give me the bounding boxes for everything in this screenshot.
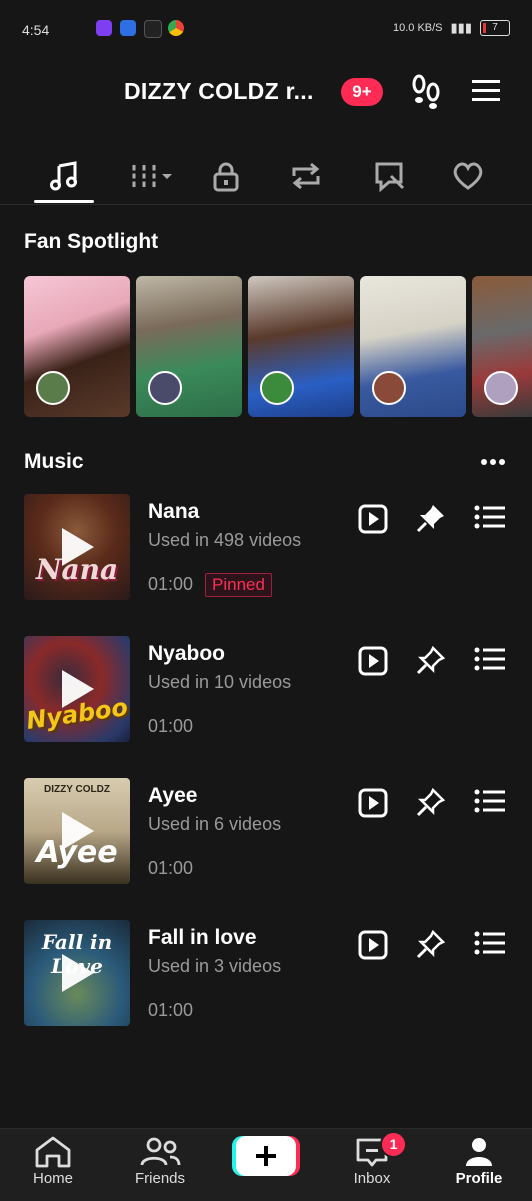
spotlight-video[interactable] <box>136 276 242 417</box>
song-duration: 01:00 <box>148 858 194 878</box>
repost-icon[interactable] <box>276 152 336 200</box>
play-button-icon[interactable] <box>358 788 390 820</box>
avatar <box>148 371 182 405</box>
spotlight-video[interactable] <box>360 276 466 417</box>
play-button-icon[interactable] <box>358 504 390 536</box>
fan-spotlight-title: Fan Spotlight <box>24 230 159 253</box>
notification-badge[interactable]: 9+ <box>341 78 383 106</box>
more-options-icon[interactable] <box>480 452 508 472</box>
nav-profile-label: Profile <box>455 1170 503 1187</box>
song-title[interactable]: Nyaboo <box>148 642 225 666</box>
avatar <box>484 371 518 405</box>
status-bar: 4:54 10.0 KB/S ▮▮▮ 7 <box>0 0 532 50</box>
create-button[interactable] <box>236 1136 296 1176</box>
spotlight-video[interactable] <box>472 276 532 417</box>
chrome-notification-icon <box>168 20 184 36</box>
playlist-icon[interactable] <box>474 504 506 536</box>
song-duration: 01:00 <box>148 574 194 594</box>
tabs-divider <box>0 204 532 205</box>
signal-icon: ▮▮▮ <box>450 20 472 35</box>
footprint-icon[interactable] <box>408 72 444 110</box>
pinned-badge: Pinned <box>205 573 272 597</box>
profile-username[interactable]: DIZZY COLDZ r... <box>124 78 314 105</box>
music-note-icon[interactable] <box>34 152 94 200</box>
network-speed: 10.0 KB/S <box>392 22 443 34</box>
spotlight-video[interactable] <box>248 276 354 417</box>
song-usage: Used in 10 videos <box>148 672 292 692</box>
nav-home[interactable]: Home <box>13 1136 93 1187</box>
avatar <box>36 371 70 405</box>
song-duration: 01:00 <box>148 1000 194 1020</box>
tiktok-notification-icon <box>144 20 162 38</box>
play-button-icon[interactable] <box>358 930 390 962</box>
avatar <box>260 371 294 405</box>
battery-icon: 7 <box>480 20 510 36</box>
music-section-title: Music <box>24 450 84 473</box>
status-right: 10.0 KB/S ▮▮▮ 7 <box>393 20 510 36</box>
playlist-icon[interactable] <box>474 646 506 678</box>
heart-icon[interactable] <box>438 152 498 200</box>
pin-icon[interactable] <box>415 928 447 960</box>
nav-home-label: Home <box>32 1170 73 1187</box>
song-title[interactable]: Fall in love <box>148 926 257 950</box>
song-usage: Used in 3 videos <box>148 956 282 976</box>
spotlight-video[interactable] <box>24 276 130 417</box>
menu-icon[interactable] <box>470 76 506 114</box>
play-icon[interactable] <box>62 528 94 566</box>
playlist-icon[interactable] <box>474 930 506 962</box>
pin-icon[interactable] <box>415 502 447 534</box>
grid-dropdown-icon[interactable] <box>120 152 180 200</box>
nav-friends[interactable]: Friends <box>120 1136 200 1187</box>
song-cover[interactable]: DIZZY COLDZ Ayee <box>24 778 130 884</box>
play-button-icon[interactable] <box>358 646 390 678</box>
pin-icon[interactable] <box>415 786 447 818</box>
lock-icon[interactable] <box>196 152 256 200</box>
play-icon[interactable] <box>62 670 94 708</box>
pin-icon[interactable] <box>415 644 447 676</box>
app-notification-icon <box>96 20 112 36</box>
battery-level: 7 <box>492 22 498 33</box>
play-icon[interactable] <box>62 954 94 992</box>
cover-top-text: DIZZY COLDZ <box>44 784 110 795</box>
active-tab-indicator <box>34 200 94 203</box>
song-cover[interactable]: Nana <box>24 494 130 600</box>
plus-icon <box>256 1146 276 1166</box>
song-title[interactable]: Ayee <box>148 784 197 808</box>
home-icon <box>35 1136 71 1168</box>
song-title[interactable]: Nana <box>148 500 199 524</box>
nav-friends-label: Friends <box>134 1170 186 1187</box>
song-duration: 01:00 <box>148 716 194 736</box>
nav-inbox-label: Inbox <box>353 1170 391 1187</box>
profile-icon <box>466 1138 492 1166</box>
playlist-icon[interactable] <box>474 788 506 820</box>
inbox-badge: 1 <box>380 1131 407 1158</box>
tagged-icon[interactable] <box>360 152 420 200</box>
song-usage: Used in 6 videos <box>148 814 282 834</box>
song-cover[interactable]: Fall in Love <box>24 920 130 1026</box>
app-notification-icon <box>120 20 136 36</box>
song-usage: Used in 498 videos <box>148 530 302 550</box>
friends-icon <box>140 1137 181 1166</box>
status-time: 4:54 <box>22 22 50 38</box>
nav-profile[interactable]: Profile <box>439 1136 519 1187</box>
avatar <box>372 371 406 405</box>
song-cover[interactable]: Nyaboo <box>24 636 130 742</box>
play-icon[interactable] <box>62 812 94 850</box>
